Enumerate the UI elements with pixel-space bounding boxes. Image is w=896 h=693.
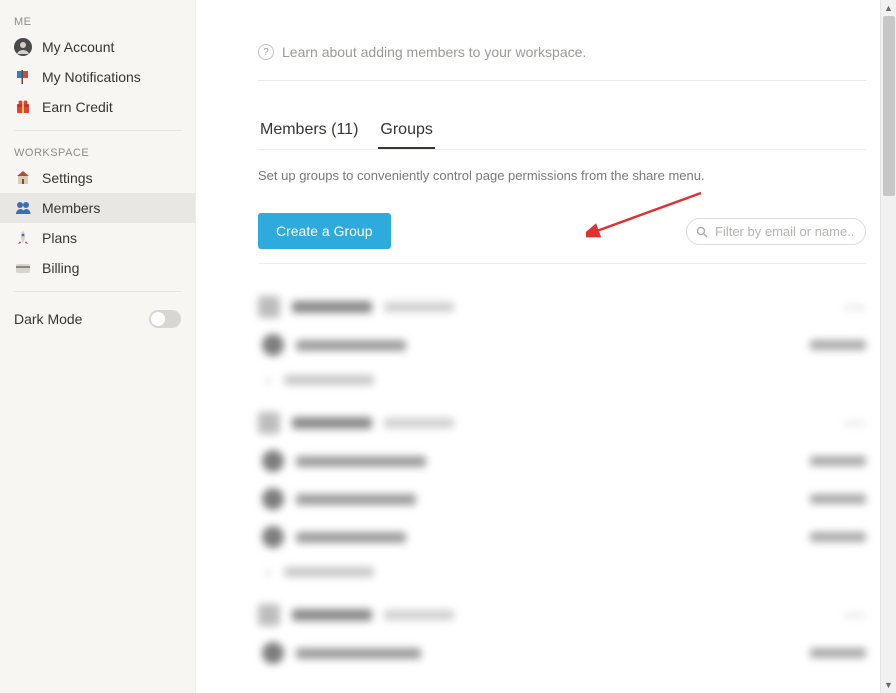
- settings-sidebar: ME My Account My Notifications Earn Cred…: [0, 0, 196, 693]
- sidebar-divider: [14, 291, 181, 292]
- people-icon: [14, 199, 32, 217]
- remove-action[interactable]: [810, 456, 866, 466]
- sidebar-item-earn-credit[interactable]: Earn Credit: [0, 92, 195, 122]
- member-name: [296, 648, 421, 659]
- avatar-icon: [262, 450, 284, 472]
- avatar-icon: [14, 38, 32, 56]
- tab-underline: [258, 149, 866, 150]
- add-member-row[interactable]: +: [258, 556, 866, 596]
- group-name: [292, 301, 372, 313]
- credit-card-icon: [14, 259, 32, 277]
- tab-members[interactable]: Members (11): [258, 115, 360, 149]
- sidebar-item-plans[interactable]: Plans: [0, 223, 195, 253]
- group-name: [292, 417, 372, 429]
- action-row: Create a Group: [258, 213, 866, 249]
- member-name: [296, 494, 416, 505]
- sidebar-item-billing[interactable]: Billing: [0, 253, 195, 283]
- sidebar-item-label: My Account: [42, 38, 114, 56]
- remove-action[interactable]: [810, 648, 866, 658]
- group-header[interactable]: •••: [258, 404, 866, 442]
- sidebar-divider: [14, 130, 181, 131]
- sidebar-item-label: Billing: [42, 259, 79, 277]
- sidebar-item-my-account[interactable]: My Account: [0, 32, 195, 62]
- sidebar-item-label: Members: [42, 199, 100, 217]
- dark-mode-row: Dark Mode: [0, 300, 195, 338]
- group-count: [384, 302, 454, 312]
- avatar-icon: [262, 526, 284, 548]
- more-icon[interactable]: •••: [845, 299, 866, 315]
- plus-icon: +: [262, 374, 274, 386]
- scroll-thumb[interactable]: [883, 16, 895, 196]
- more-icon[interactable]: •••: [845, 607, 866, 623]
- member-name: [296, 456, 426, 467]
- member-row: [258, 634, 866, 672]
- sidebar-section-me: ME: [0, 8, 195, 32]
- member-row: [258, 518, 866, 556]
- group-icon: [258, 412, 280, 434]
- member-name: [296, 340, 406, 351]
- row-divider: [258, 263, 866, 264]
- help-link[interactable]: ? Learn about adding members to your wor…: [258, 0, 866, 80]
- more-icon[interactable]: •••: [845, 415, 866, 431]
- group-header[interactable]: •••: [258, 596, 866, 634]
- sidebar-item-members[interactable]: Members: [0, 193, 195, 223]
- plus-icon: +: [262, 566, 274, 578]
- vertical-scrollbar[interactable]: ▲ ▼: [880, 0, 896, 693]
- sidebar-item-label: Settings: [42, 169, 93, 187]
- member-name: [296, 532, 406, 543]
- member-row: [258, 480, 866, 518]
- filter-wrap: [686, 218, 866, 245]
- group-count: [384, 610, 454, 620]
- bell-flag-icon: [14, 68, 32, 86]
- filter-input[interactable]: [686, 218, 866, 245]
- group-icon: [258, 296, 280, 318]
- member-row: [258, 442, 866, 480]
- dark-mode-label: Dark Mode: [14, 311, 82, 327]
- building-icon: [14, 169, 32, 187]
- main-content: ? Learn about adding members to your wor…: [196, 0, 896, 693]
- member-row: [258, 326, 866, 364]
- avatar-icon: [262, 334, 284, 356]
- avatar-icon: [262, 488, 284, 510]
- remove-action[interactable]: [810, 494, 866, 504]
- scroll-down-button[interactable]: ▼: [881, 677, 896, 693]
- sidebar-item-my-notifications[interactable]: My Notifications: [0, 62, 195, 92]
- add-member-text: [284, 375, 374, 385]
- add-member-text: [284, 567, 374, 577]
- help-icon: ?: [258, 44, 274, 60]
- create-group-button[interactable]: Create a Group: [258, 213, 391, 249]
- avatar-icon: [262, 642, 284, 664]
- sidebar-item-label: Plans: [42, 229, 77, 247]
- sidebar-item-label: My Notifications: [42, 68, 141, 86]
- dark-mode-toggle[interactable]: [149, 310, 181, 328]
- sidebar-item-settings[interactable]: Settings: [0, 163, 195, 193]
- groups-list-blurred: ••• + •••: [258, 288, 866, 672]
- scroll-up-button[interactable]: ▲: [881, 0, 896, 16]
- remove-action[interactable]: [810, 532, 866, 542]
- group-count: [384, 418, 454, 428]
- groups-subtitle: Set up groups to conveniently control pa…: [258, 168, 866, 183]
- sidebar-section-workspace: WORKSPACE: [0, 139, 195, 163]
- add-member-row[interactable]: +: [258, 364, 866, 404]
- search-icon: [696, 225, 708, 237]
- remove-action[interactable]: [810, 340, 866, 350]
- tab-groups[interactable]: Groups: [378, 115, 434, 149]
- tabs: Members (11) Groups: [258, 115, 866, 149]
- group-icon: [258, 604, 280, 626]
- help-text: Learn about adding members to your works…: [282, 44, 586, 60]
- sidebar-item-label: Earn Credit: [42, 98, 113, 116]
- rocket-icon: [14, 229, 32, 247]
- content-divider: [258, 80, 866, 81]
- group-header[interactable]: •••: [258, 288, 866, 326]
- group-name: [292, 609, 372, 621]
- gift-icon: [14, 98, 32, 116]
